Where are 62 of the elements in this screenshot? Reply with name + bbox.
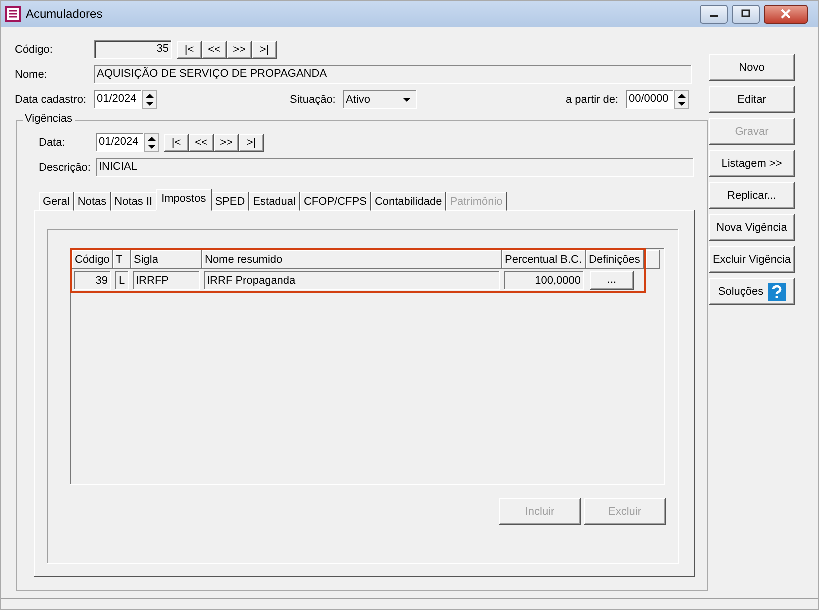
- tab[interactable]: Notas: [74, 192, 111, 211]
- spinner-icon[interactable]: [674, 90, 689, 109]
- side-button[interactable]: Soluções: [709, 278, 795, 305]
- side-button[interactable]: Nova Vigência: [709, 214, 795, 241]
- field-label: Data:: [39, 136, 66, 148]
- column-header[interactable]: Definições: [586, 250, 644, 269]
- date-field[interactable]: 00/0000: [626, 90, 674, 109]
- tab[interactable]: Estadual: [249, 192, 300, 211]
- side-button[interactable]: Excluir Vigência: [709, 246, 795, 273]
- column-header[interactable]: Sigla: [131, 250, 202, 269]
- tab[interactable]: SPED: [211, 192, 250, 211]
- record-nav-button[interactable]: |<: [164, 134, 189, 152]
- description-field[interactable]: INICIAL: [96, 158, 694, 177]
- minimize-button[interactable]: [700, 4, 728, 24]
- dropdown-arrow-icon: [402, 96, 412, 102]
- table-cell: IRRFP: [133, 270, 200, 290]
- table-cell: 39: [74, 270, 111, 290]
- column-header[interactable]: Código: [72, 250, 113, 269]
- record-nav-button[interactable]: >>: [227, 40, 252, 58]
- header-filler: [646, 250, 660, 269]
- close-button[interactable]: [764, 4, 808, 24]
- column-header[interactable]: Percentual B.C.: [502, 250, 586, 269]
- field-label: Código:: [15, 44, 54, 56]
- close-icon: [780, 9, 792, 19]
- spinner-icon[interactable]: [142, 90, 157, 109]
- date-field[interactable]: 01/2024: [96, 133, 144, 152]
- document-icon: [5, 6, 21, 22]
- maximize-icon: [741, 9, 751, 19]
- record-nav-button[interactable]: >|: [252, 40, 277, 58]
- table-cell: L: [115, 270, 129, 290]
- column-header[interactable]: T: [113, 250, 131, 269]
- record-nav-button[interactable]: <<: [189, 134, 214, 152]
- status-dropdown[interactable]: Ativo: [343, 90, 417, 109]
- column-header[interactable]: Nome resumido: [202, 250, 502, 269]
- definitions-button[interactable]: ...: [590, 270, 634, 290]
- code-field[interactable]: 35: [94, 40, 172, 59]
- spinner-icon[interactable]: [144, 133, 159, 152]
- name-field[interactable]: AQUISIÇÃO DE SERVIÇO DE PROPAGANDA: [94, 65, 692, 84]
- record-nav-button[interactable]: |<: [177, 40, 202, 58]
- record-nav-button[interactable]: <<: [202, 40, 227, 58]
- table-cell: 100,0000: [504, 270, 584, 290]
- table-cell: IRRF Propaganda: [204, 270, 500, 290]
- tab[interactable]: Impostos: [156, 189, 212, 211]
- tab[interactable]: Contabilidade: [370, 192, 446, 211]
- record-nav-button[interactable]: >|: [239, 134, 264, 152]
- record-nav-button[interactable]: >>: [214, 134, 239, 152]
- field-label: Data cadastro:: [15, 94, 88, 106]
- field-label: Descrição:: [39, 162, 92, 174]
- field-label: Nome:: [15, 68, 48, 80]
- side-button[interactable]: Novo: [709, 54, 795, 81]
- date-field[interactable]: 01/2024: [94, 90, 142, 109]
- maximize-button[interactable]: [732, 4, 760, 24]
- side-button[interactable]: Editar: [709, 86, 795, 113]
- side-button[interactable]: Replicar...: [709, 182, 795, 209]
- tab[interactable]: Geral: [39, 192, 74, 211]
- help-icon: [768, 282, 786, 300]
- tab[interactable]: CFOP/CFPS: [300, 192, 371, 211]
- window-title: Acumuladores: [26, 7, 103, 21]
- field-label: a partir de:: [566, 94, 620, 106]
- field-label: Situação:: [290, 94, 337, 106]
- side-button[interactable]: Listagem >>: [709, 150, 795, 177]
- group-title: Vigências: [23, 113, 74, 125]
